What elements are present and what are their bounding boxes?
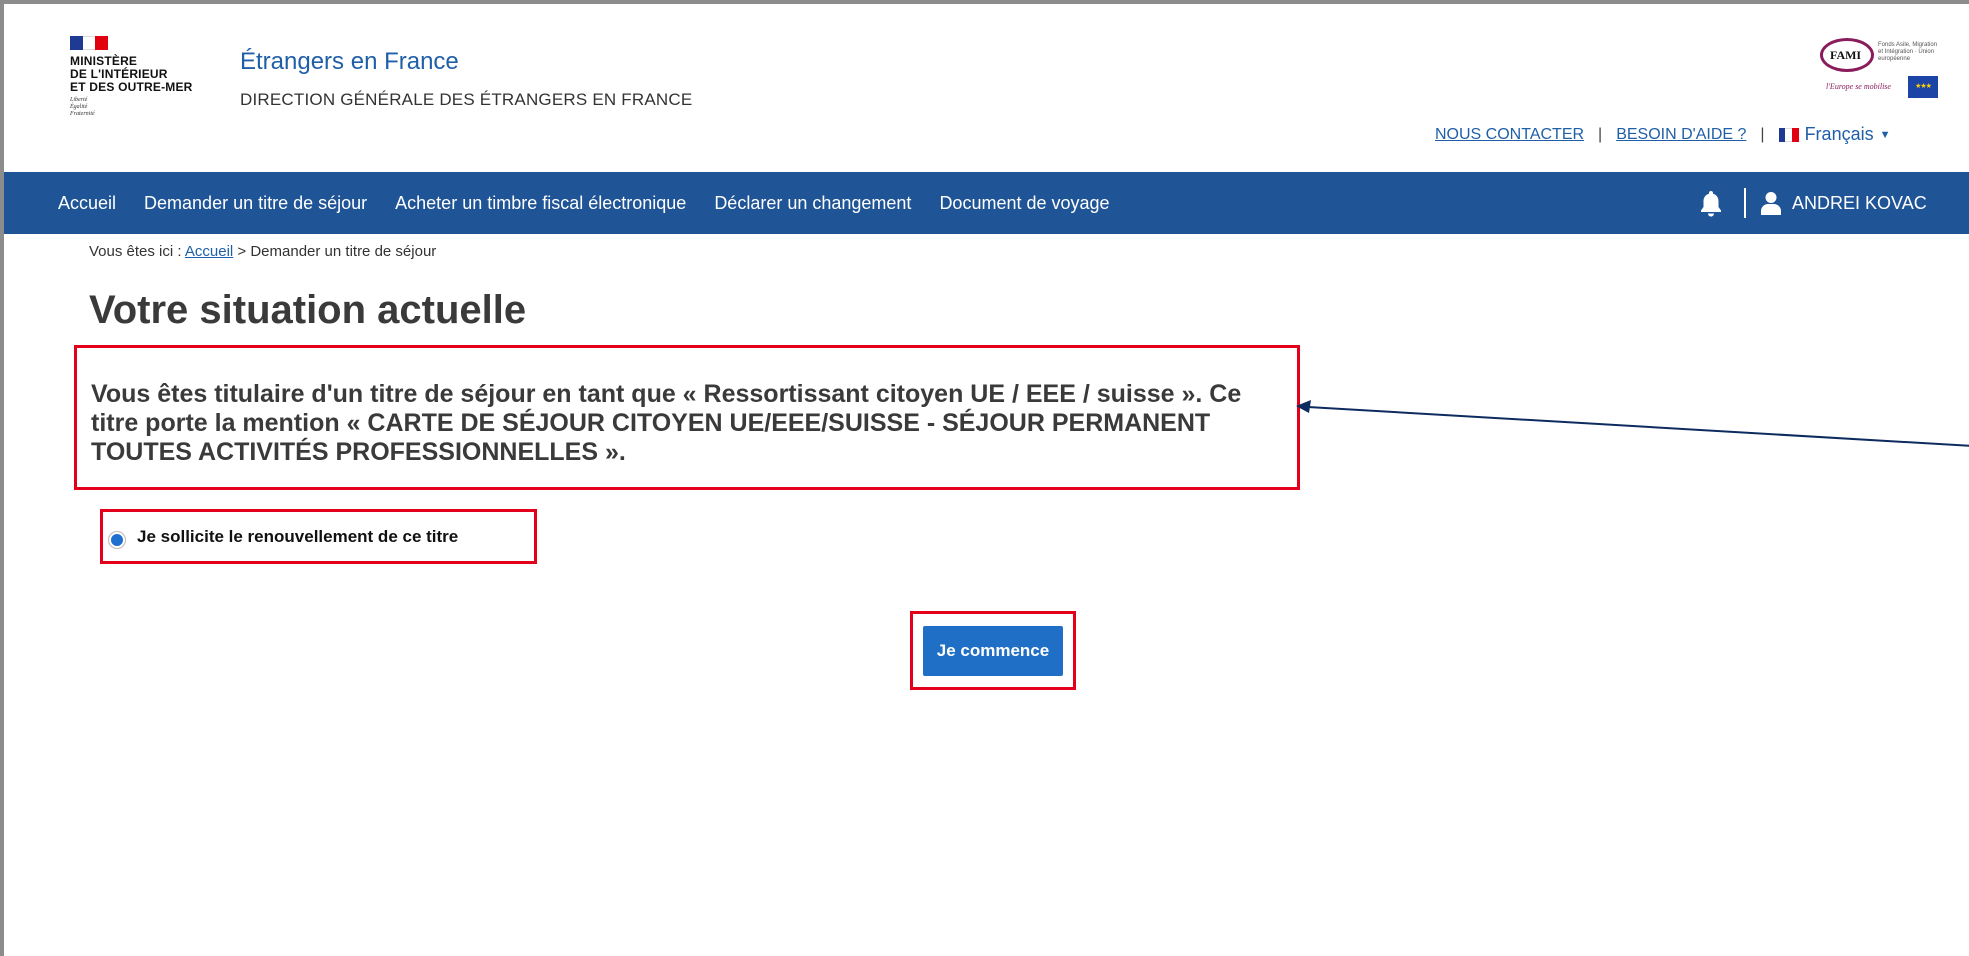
link-separator: | — [1598, 125, 1603, 143]
language-label: Français — [1804, 124, 1874, 144]
fami-subtext: Fonds Asile, Migration et Intégration · … — [1878, 42, 1938, 62]
motto-line: Liberté — [70, 97, 88, 103]
radio-selected-dot — [111, 533, 123, 546]
breadcrumb: Vous êtes ici : Accueil > Demander un ti… — [89, 243, 436, 260]
language-selector[interactable]: Français ▼ — [1778, 124, 1891, 145]
renewal-radio-label[interactable]: Je sollicite le renouvellement de ce tit… — [137, 527, 458, 547]
top-links: NOUS CONTACTER | BESOIN D'AIDE ? | Franç… — [1435, 124, 1890, 145]
nav-item-acheter-timbre[interactable]: Acheter un timbre fiscal électronique — [395, 193, 686, 214]
ministry-logo[interactable]: MINISTÈRE DE L'INTÉRIEUR ET DES OUTRE-ME… — [70, 36, 220, 118]
start-button-highlight: Je commence — [910, 611, 1076, 690]
eu-flag-icon: ★★★ — [1908, 76, 1938, 98]
site-header: MINISTÈRE DE L'INTÉRIEUR ET DES OUTRE-ME… — [4, 4, 1969, 170]
renewal-option-box: Je sollicite le renouvellement de ce tit… — [100, 509, 537, 564]
nav-divider — [1744, 188, 1746, 218]
bell-icon[interactable] — [1698, 189, 1724, 217]
french-flag-icon — [1778, 127, 1799, 142]
site-subtitle: DIRECTION GÉNÉRALE DES ÉTRANGERS EN FRAN… — [240, 90, 693, 109]
republic-flag-icon — [70, 36, 109, 50]
renewal-radio[interactable] — [108, 530, 126, 549]
page-title: Votre situation actuelle — [89, 288, 527, 332]
contact-link[interactable]: NOUS CONTACTER — [1435, 126, 1584, 144]
site-title[interactable]: Étrangers en France — [240, 48, 459, 76]
republic-motto: Liberté Égalité Fraternité — [70, 97, 220, 118]
breadcrumb-current: > Demander un titre de séjour — [233, 243, 437, 260]
user-icon[interactable] — [1760, 191, 1782, 215]
help-link[interactable]: BESOIN D'AIDE ? — [1616, 126, 1746, 144]
link-separator: | — [1760, 125, 1765, 143]
main-navbar: Accueil Demander un titre de séjour Ache… — [4, 172, 1969, 234]
annotation-arrow — [1296, 400, 1969, 447]
fami-logo-text: FAMI — [1830, 48, 1862, 62]
motto-line: Fraternité — [70, 111, 95, 117]
nav-item-declarer-changement[interactable]: Déclarer un changement — [714, 193, 911, 214]
situation-highlight-box: Vous êtes titulaire d'un titre de séjour… — [74, 345, 1300, 490]
motto-line: Égalité — [70, 104, 88, 110]
ministry-line-3: ET DES OUTRE-MER — [70, 80, 193, 94]
page-frame: MINISTÈRE DE L'INTÉRIEUR ET DES OUTRE-ME… — [0, 0, 1969, 956]
fami-logo: FAMI Fonds Asile, Migration et Intégrati… — [1804, 36, 1940, 100]
breadcrumb-home-link[interactable]: Accueil — [185, 243, 233, 260]
user-name[interactable]: ANDREI KOVAC — [1792, 193, 1927, 214]
caret-down-icon: ▼ — [1879, 128, 1891, 141]
nav-item-demander-titre[interactable]: Demander un titre de séjour — [144, 193, 367, 214]
nav-user-area: ANDREI KOVAC — [1698, 172, 1927, 234]
fami-motto: l'Europe se mobilise — [1826, 82, 1891, 91]
situation-text: Vous êtes titulaire d'un titre de séjour… — [91, 380, 1242, 466]
nav-item-document-voyage[interactable]: Document de voyage — [939, 193, 1109, 214]
start-button[interactable]: Je commence — [923, 625, 1063, 676]
nav-item-accueil[interactable]: Accueil — [58, 193, 116, 214]
nav-menu: Accueil Demander un titre de séjour Ache… — [58, 172, 1138, 234]
breadcrumb-prefix: Vous êtes ici : — [89, 243, 185, 260]
